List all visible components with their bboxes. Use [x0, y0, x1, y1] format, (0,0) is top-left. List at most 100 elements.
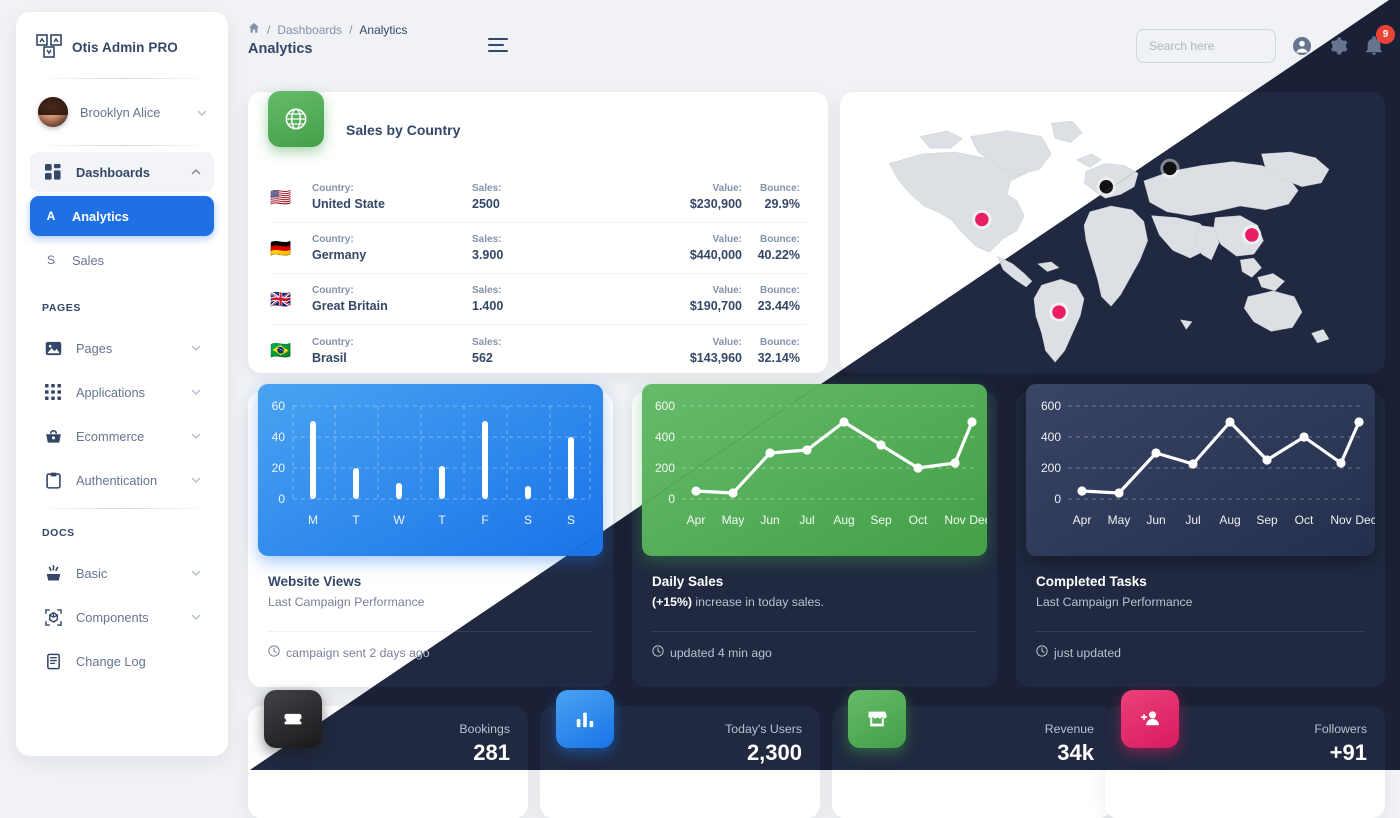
sidebar-item-applications[interactable]: Applications	[30, 372, 214, 412]
cell-bounce: 29.9%	[764, 197, 800, 211]
bell-icon[interactable]: 9	[1364, 25, 1395, 56]
sidebar-item-authentication[interactable]: Authentication	[30, 460, 214, 500]
cell-country: United State	[312, 197, 385, 211]
svg-text:Oct: Oct	[1295, 513, 1314, 527]
svg-text:Dec: Dec	[969, 513, 987, 527]
sidebar-item-label: Applications	[76, 384, 146, 400]
chevron-down-icon[interactable]	[190, 342, 202, 354]
sidebar-item-pages[interactable]: Pages	[30, 328, 214, 368]
col-header-sales: Sales:	[472, 234, 502, 245]
svg-text:W: W	[393, 513, 405, 527]
completed-tasks-chart[interactable]: 600 400 200 0 Apr May Jun Jul Aug Sep Oct Nov Dec	[1026, 384, 1375, 556]
card-title: Daily Sales	[652, 574, 724, 589]
clock-icon	[652, 645, 664, 660]
cell-sales: 1.400	[472, 299, 504, 313]
sidebar-item-label: Ecommerce	[76, 428, 145, 444]
table-row: 🇬🇧 Country: Great Britain Sales: 1.400 V…	[270, 274, 806, 325]
cell-country: Brasil	[312, 350, 347, 365]
chevron-up-icon[interactable]	[190, 166, 202, 178]
sidebar-nav-pages: Pages Applications	[16, 322, 228, 500]
sidebar: Otis Admin PRO Brooklyn Alice	[16, 12, 228, 756]
svg-text:60: 60	[272, 399, 286, 413]
cell-sales: 562	[472, 350, 493, 365]
breadcrumb-dashboards[interactable]: Dashboards	[277, 23, 342, 37]
svg-text:M: M	[308, 513, 318, 527]
image-icon	[42, 337, 64, 359]
svg-text:200: 200	[1041, 461, 1061, 475]
home-icon[interactable]	[248, 22, 260, 37]
stat-label: Revenue	[1044, 722, 1094, 736]
svg-text:40: 40	[272, 430, 286, 444]
col-header-bounce: Bounce:	[760, 234, 800, 245]
svg-text:May: May	[722, 513, 745, 527]
svg-text:600: 600	[655, 399, 675, 413]
stat-label: Bookings	[459, 722, 510, 736]
stat-value: 281	[473, 740, 510, 765]
svg-text:0: 0	[278, 492, 285, 506]
svg-text:Nov: Nov	[944, 513, 965, 527]
svg-text:0: 0	[1054, 492, 1061, 506]
cell-country: Germany	[312, 248, 367, 262]
sidebar-item-change-log[interactable]: Change Log	[30, 641, 214, 681]
sidebar-item-label: Dashboards	[76, 164, 150, 180]
svg-text:S: S	[567, 513, 575, 527]
notification-badge: 9	[1376, 25, 1395, 44]
svg-text:Jun: Jun	[1146, 513, 1165, 527]
sidebar-item-basic[interactable]: Basic	[30, 553, 214, 593]
sidebar-item-label: Authentication	[76, 472, 158, 488]
sidebar-item-analytics[interactable]: A Analytics	[30, 196, 214, 236]
sidebar-section-pages: PAGES	[42, 302, 81, 314]
breadcrumb-sep: /	[349, 22, 353, 37]
col-header-value: Value:	[712, 183, 742, 194]
account-circle-icon[interactable]	[1292, 36, 1312, 56]
website-views-chart[interactable]: 60 40 20 0 M T W T F S S	[258, 384, 603, 556]
profile-switcher[interactable]: Brooklyn Alice	[16, 79, 228, 145]
sidebar-item-components[interactable]: Components	[30, 597, 214, 637]
cell-value: $143,960	[689, 350, 742, 365]
col-header-value: Value:	[712, 285, 742, 296]
col-header-sales: Sales:	[472, 336, 502, 348]
chevron-down-icon[interactable]	[190, 430, 202, 442]
sidebar-item-label: Basic	[76, 565, 108, 581]
cell-value: $230,900	[689, 197, 742, 211]
cell-sales: 2500	[472, 197, 500, 211]
chevron-down-icon[interactable]	[190, 474, 202, 486]
table-row: 🇩🇪 Country: Germany Sales: 3.900 Value: …	[270, 223, 806, 274]
brand[interactable]: Otis Admin PRO	[16, 12, 228, 78]
sidebar-item-sales[interactable]: S Sales	[30, 240, 214, 280]
svg-text:S: S	[524, 513, 532, 527]
sidebar-item-label: Pages	[76, 340, 113, 356]
chevron-down-icon[interactable]	[190, 611, 202, 623]
cell-value: $190,700	[689, 299, 742, 313]
spark-box-icon	[42, 562, 64, 584]
col-header-bounce: Bounce:	[760, 183, 800, 194]
cell-bounce: 40.22%	[757, 248, 800, 262]
col-header-value: Value:	[712, 234, 742, 245]
svg-text:400: 400	[1041, 430, 1061, 444]
stat-value: 34k	[1057, 740, 1094, 765]
chevron-down-icon	[196, 106, 208, 118]
sidebar-item-dashboards[interactable]: Dashboards	[30, 152, 214, 192]
svg-text:600: 600	[1041, 399, 1061, 413]
clipboard-icon	[42, 469, 64, 491]
cell-sales: 3.900	[472, 248, 504, 262]
chevron-down-icon[interactable]	[190, 567, 202, 579]
search-input[interactable]	[1136, 29, 1276, 63]
svg-text:Oct: Oct	[909, 513, 928, 527]
sidebar-item-ecommerce[interactable]: Ecommerce	[30, 416, 214, 456]
svg-text:Dec: Dec	[1355, 513, 1375, 527]
breadcrumb-sep: /	[267, 22, 271, 37]
cube-frame-icon	[42, 606, 64, 628]
svg-text:Sep: Sep	[1256, 513, 1278, 527]
hamburger-menu-icon[interactable]	[488, 38, 508, 56]
sidebar-subitem-label: Sales	[72, 252, 105, 268]
chevron-down-icon[interactable]	[190, 386, 202, 398]
card-subtitle: Last Campaign Performance	[1036, 595, 1193, 609]
dashboard-grid-icon	[42, 161, 64, 183]
otis-logo-icon	[36, 34, 62, 60]
card-footer: updated 4 min ago	[652, 645, 977, 660]
completed-tasks-card: 600 400 200 0 Apr May Jun Jul Aug Sep Oct Nov Dec	[1016, 384, 1385, 687]
stat-label: Today's Users	[725, 722, 802, 736]
sidebar-section-docs: DOCS	[42, 527, 75, 539]
col-header-value: Value:	[712, 336, 742, 348]
